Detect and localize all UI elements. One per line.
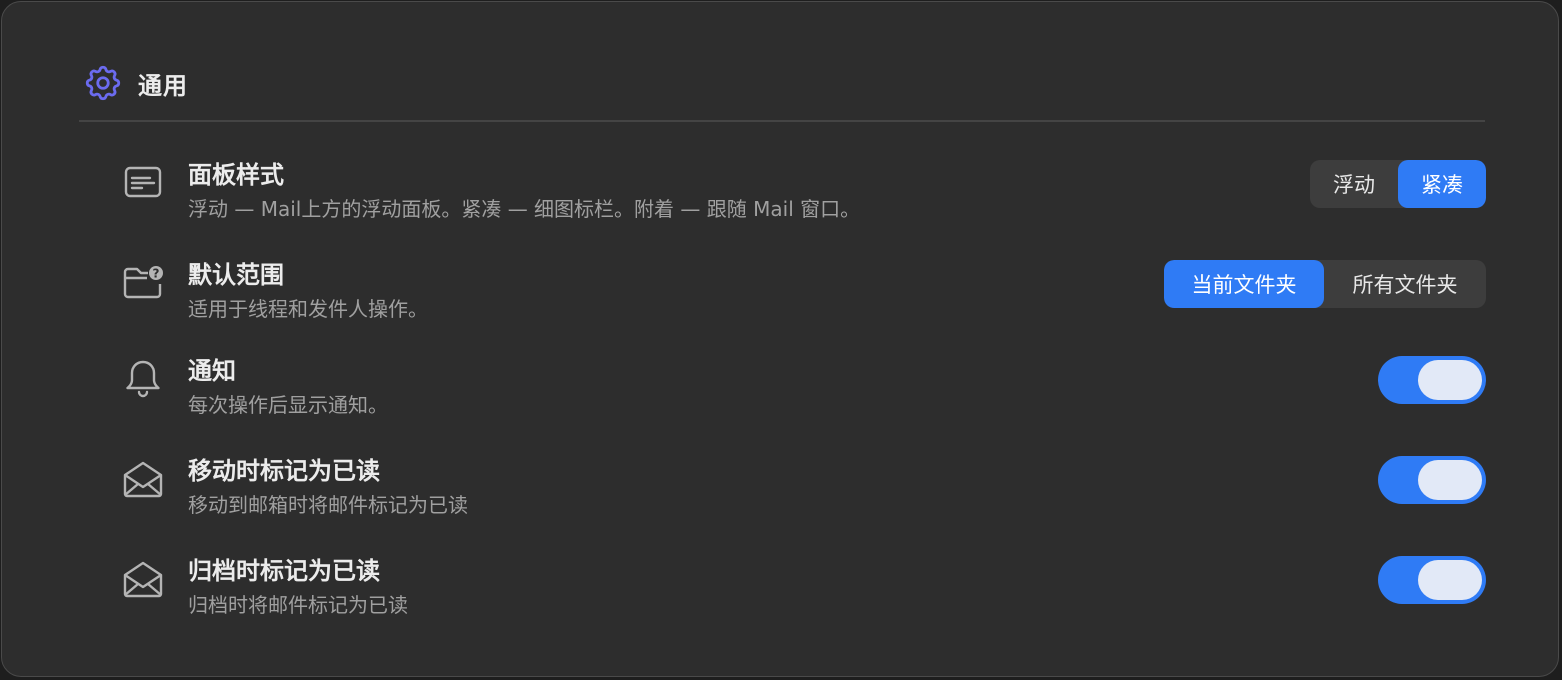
panel-style-option-floating[interactable]: 浮动 <box>1310 160 1398 208</box>
toggle-knob <box>1418 360 1482 400</box>
notifications-title: 通知 <box>188 357 236 385</box>
panel-style-option-compact[interactable]: 紧凑 <box>1398 160 1486 208</box>
section-header: 通用 <box>82 62 188 104</box>
notifications-description: 每次操作后显示通知。 <box>188 393 388 417</box>
mark-read-on-archive-row: 归档时标记为已读 归档时将邮件标记为已读 <box>120 556 1486 626</box>
bell-icon <box>120 356 166 402</box>
folder-question-icon: ? <box>120 260 166 306</box>
svg-text:?: ? <box>153 267 160 281</box>
section-title: 通用 <box>138 71 188 100</box>
panel-style-description: 浮动 — Mail上方的浮动面板。紧凑 — 细图标栏。附着 — 跟随 Mail … <box>188 197 861 221</box>
notifications-row: 通知 每次操作后显示通知。 <box>120 356 1486 426</box>
notifications-toggle[interactable] <box>1378 356 1486 404</box>
settings-panel: 通用 面板样式 浮动 — Mail上方的浮动面板。紧凑 — 细图标栏。附着 — … <box>1 1 1559 677</box>
section-divider <box>79 120 1485 122</box>
panel-style-title: 面板样式 <box>188 161 284 189</box>
mark-read-on-move-toggle[interactable] <box>1378 456 1486 504</box>
scope-option-current-folder[interactable]: 当前文件夹 <box>1164 260 1324 308</box>
default-scope-segmented-control: 当前文件夹 所有文件夹 <box>1164 260 1486 308</box>
mark-read-on-move-description: 移动到邮箱时将邮件标记为已读 <box>188 493 468 517</box>
default-scope-title: 默认范围 <box>188 261 284 289</box>
mark-read-on-archive-title: 归档时标记为已读 <box>188 557 380 585</box>
panel-icon <box>120 160 166 206</box>
toggle-knob <box>1418 560 1482 600</box>
envelope-open-icon <box>120 556 166 602</box>
toggle-knob <box>1418 460 1482 500</box>
envelope-open-icon <box>120 456 166 502</box>
scope-option-all-folders[interactable]: 所有文件夹 <box>1324 260 1486 308</box>
default-scope-description: 适用于线程和发件人操作。 <box>188 297 428 321</box>
gear-icon <box>82 62 124 104</box>
panel-style-segmented-control: 浮动 紧凑 <box>1310 160 1486 208</box>
panel-style-row: 面板样式 浮动 — Mail上方的浮动面板。紧凑 — 细图标栏。附着 — 跟随 … <box>120 160 1486 230</box>
default-scope-row: ? 默认范围 适用于线程和发件人操作。 当前文件夹 所有文件夹 <box>120 260 1486 330</box>
mark-read-on-move-row: 移动时标记为已读 移动到邮箱时将邮件标记为已读 <box>120 456 1486 526</box>
mark-read-on-archive-description: 归档时将邮件标记为已读 <box>188 593 408 617</box>
mark-read-on-move-title: 移动时标记为已读 <box>188 457 380 485</box>
mark-read-on-archive-toggle[interactable] <box>1378 556 1486 604</box>
